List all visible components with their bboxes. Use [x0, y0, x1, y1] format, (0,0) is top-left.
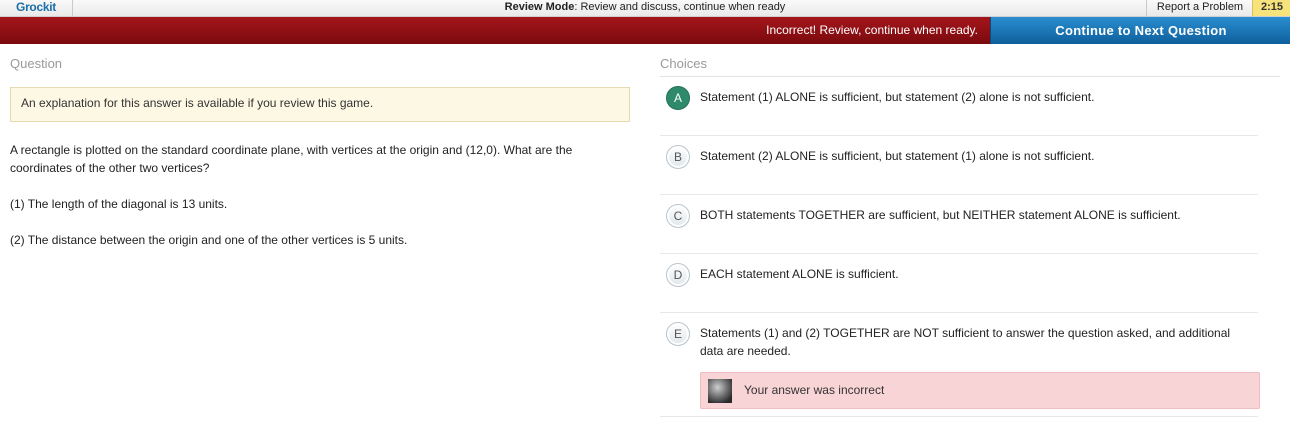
- choice-b[interactable]: B Statement (2) ALONE is sufficient, but…: [660, 145, 1258, 195]
- choice-d-text: EACH statement ALONE is sufficient.: [700, 267, 899, 281]
- review-mode-label: Review Mode: [504, 1, 575, 13]
- incorrect-message: Incorrect! Review, continue when ready.: [766, 23, 978, 37]
- report-problem-link[interactable]: Report a Problem: [1146, 0, 1253, 16]
- question-stem: A rectangle is plotted on the standard c…: [10, 143, 573, 175]
- top-toolbar: Grockit Review Mode: Review and discuss,…: [0, 0, 1290, 17]
- choice-c[interactable]: C BOTH statements TOGETHER are sufficien…: [660, 204, 1258, 254]
- statement-1: (1) The length of the diagonal is 13 uni…: [10, 197, 228, 211]
- choice-c-badge[interactable]: C: [666, 204, 690, 228]
- choice-e-text: Statements (1) and (2) TOGETHER are NOT …: [700, 326, 1231, 358]
- choice-b-badge[interactable]: B: [666, 145, 690, 169]
- explanation-notice: An explanation for this answer is availa…: [10, 87, 630, 122]
- choice-a-selected-badge[interactable]: A: [666, 86, 690, 110]
- choice-b-text: Statement (2) ALONE is sufficient, but s…: [700, 149, 1095, 163]
- statement-2: (2) The distance between the origin and …: [10, 233, 408, 247]
- continue-next-question-button[interactable]: Continue to Next Question: [990, 17, 1290, 44]
- choices-heading: Choices: [660, 56, 1280, 77]
- status-bar: Incorrect! Review, continue when ready. …: [0, 17, 1290, 44]
- question-body: A rectangle is plotted on the standard c…: [10, 141, 630, 249]
- choice-a[interactable]: A Statement (1) ALONE is sufficient, but…: [660, 86, 1258, 136]
- incorrect-feedback-box: Your answer was incorrect: [700, 372, 1260, 409]
- review-mode-text: Review Mode: Review and discuss, continu…: [0, 0, 1290, 15]
- choice-e-badge[interactable]: E: [666, 322, 690, 346]
- incorrect-feedback-text: Your answer was incorrect: [744, 383, 885, 397]
- avatar: [708, 379, 732, 403]
- choice-d[interactable]: D EACH statement ALONE is sufficient.: [660, 263, 1258, 313]
- timer: 2:15: [1252, 0, 1290, 16]
- choice-c-text: BOTH statements TOGETHER are sufficient,…: [700, 208, 1181, 222]
- question-heading: Question: [10, 56, 63, 71]
- review-mode-description: : Review and discuss, continue when read…: [574, 1, 786, 13]
- choice-a-text: Statement (1) ALONE is sufficient, but s…: [700, 90, 1095, 104]
- choice-d-badge[interactable]: D: [666, 263, 690, 287]
